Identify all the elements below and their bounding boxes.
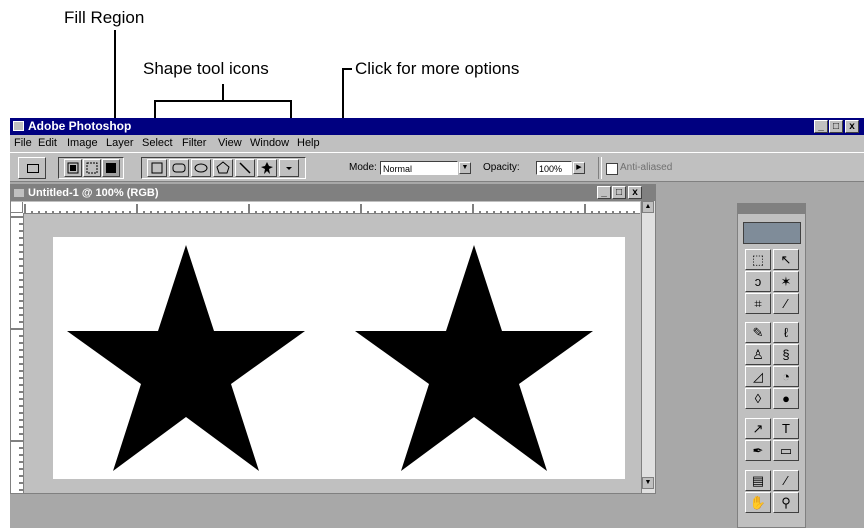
hand-tool[interactable]: ✋ — [745, 492, 771, 513]
options-divider — [598, 157, 602, 179]
menu-file[interactable]: File — [14, 135, 32, 152]
crop-tool[interactable]: ⌗ — [745, 293, 771, 314]
rounded-rectangle-icon — [172, 163, 186, 173]
photoshop-window: Adobe Photoshop _ □ x File Edit Image La… — [10, 118, 864, 528]
fill-pixels-button[interactable] — [102, 159, 120, 177]
rounded-rectangle-tool-button[interactable] — [169, 159, 189, 177]
ellipse-tool-button[interactable] — [191, 159, 211, 177]
shape-layers-button[interactable] — [64, 159, 82, 177]
custom-shape-tool-button[interactable] — [257, 159, 277, 177]
zoom-tool[interactable]: ⚲ — [773, 492, 799, 513]
document-icon — [14, 189, 24, 197]
adobe-logo-icon[interactable] — [743, 222, 801, 244]
vertical-ruler-ticks — [11, 216, 23, 491]
ellipse-icon — [194, 163, 208, 173]
callout-more-options: Click for more options — [355, 59, 520, 78]
close-button[interactable]: x — [845, 120, 859, 133]
menu-help[interactable]: Help — [297, 135, 320, 152]
menu-edit[interactable]: Edit — [38, 135, 57, 152]
menubar: File Edit Image Layer Select Filter View… — [10, 135, 864, 152]
polygon-icon — [216, 161, 230, 174]
blur-tool[interactable]: ◊ — [745, 388, 771, 409]
pen-tool[interactable]: ✒ — [745, 440, 771, 461]
type-tool[interactable]: T — [773, 418, 799, 439]
photoshop-icon — [13, 121, 24, 131]
document-window: Untitled-1 @ 100% (RGB) _ □ x ▲ ▼ — [10, 184, 656, 494]
canvas-shapes — [67, 245, 593, 471]
menu-select[interactable]: Select — [142, 135, 173, 152]
brush-tool[interactable]: ℓ — [773, 322, 799, 343]
rectangle-tool-button[interactable] — [147, 159, 167, 177]
menu-window[interactable]: Window — [250, 135, 289, 152]
doc-minimize-button[interactable]: _ — [597, 186, 611, 199]
menu-image[interactable]: Image — [67, 135, 98, 152]
app-title: Adobe Photoshop — [28, 119, 132, 133]
menu-layer[interactable]: Layer — [106, 135, 134, 152]
horizontal-ruler — [23, 202, 640, 214]
star-shape-right[interactable] — [355, 245, 593, 471]
image-canvas[interactable] — [53, 237, 625, 479]
options-bar: Mode: Normal ▼ Opacity: 100% ▶ Anti-alia… — [10, 152, 864, 182]
minimize-button[interactable]: _ — [814, 120, 828, 133]
mode-select[interactable]: Normal — [380, 161, 458, 175]
eraser-tool[interactable]: ◿ — [745, 366, 771, 387]
opacity-arrow[interactable]: ▶ — [573, 162, 585, 174]
polygon-tool-button[interactable] — [213, 159, 233, 177]
star-shape-left[interactable] — [67, 245, 305, 471]
paint-bucket-tool[interactable]: ◔ — [773, 366, 799, 387]
chevron-down-icon — [286, 167, 292, 170]
maximize-button[interactable]: □ — [829, 120, 843, 133]
paths-button[interactable] — [83, 159, 101, 177]
mode-dropdown-arrow[interactable]: ▼ — [459, 162, 471, 174]
dodge-tool[interactable]: ● — [773, 388, 799, 409]
custom-shape-icon — [261, 162, 273, 174]
eyedropper-tool[interactable]: ⁄ — [773, 470, 799, 491]
toolbox-titlebar[interactable] — [738, 204, 805, 214]
vertical-ruler — [11, 213, 24, 493]
more-options-button[interactable] — [279, 159, 299, 177]
vertical-scrollbar[interactable]: ▲ ▼ — [641, 201, 655, 493]
bracket-shape-mid — [222, 84, 224, 101]
clone-stamp-tool[interactable]: ♙ — [745, 344, 771, 365]
toolbox-palette: ⬚ ↖ ↄ ✶ ⌗ ∕ ✎ ℓ ♙ § ◿ ◔ ◊ ● ↗ T ✒ ▭ ▤ ⁄ … — [737, 203, 806, 528]
app-titlebar: Adobe Photoshop _ □ x — [10, 118, 864, 135]
callout-shape-tool-icons: Shape tool icons — [143, 59, 269, 78]
shape-layers-icon — [67, 162, 79, 174]
scroll-up-arrow[interactable]: ▲ — [642, 201, 654, 213]
document-titlebar: Untitled-1 @ 100% (RGB) _ □ x — [11, 185, 655, 201]
scroll-down-arrow[interactable]: ▼ — [642, 477, 654, 489]
doc-close-button[interactable]: x — [628, 186, 642, 199]
document-title: Untitled-1 @ 100% (RGB) — [28, 187, 159, 199]
antialiased-label: Anti-aliased — [620, 162, 673, 173]
path-selection-tool[interactable]: ↗ — [745, 418, 771, 439]
tool-preset-button[interactable] — [18, 157, 46, 179]
doc-maximize-button[interactable]: □ — [612, 186, 626, 199]
fill-pixels-icon — [106, 163, 116, 173]
tool-preset-icon — [27, 164, 39, 173]
antialiased-checkbox[interactable] — [606, 163, 618, 175]
paths-icon — [86, 162, 98, 174]
magic-wand-tool[interactable]: ✶ — [773, 271, 799, 292]
line-tool-button[interactable] — [235, 159, 255, 177]
callout-fill-region: Fill Region — [64, 8, 145, 27]
marquee-tool[interactable]: ⬚ — [745, 249, 771, 270]
history-brush-tool[interactable]: § — [773, 344, 799, 365]
notes-tool[interactable]: ▤ — [745, 470, 771, 491]
line-icon — [239, 162, 251, 174]
move-tool[interactable]: ↖ — [773, 249, 799, 270]
slice-tool[interactable]: ∕ — [773, 293, 799, 314]
opacity-label: Opacity: — [483, 162, 520, 173]
lasso-tool[interactable]: ↄ — [745, 271, 771, 292]
mode-label: Mode: — [349, 162, 377, 173]
opacity-field[interactable]: 100% — [536, 161, 572, 175]
menu-filter[interactable]: Filter — [182, 135, 206, 152]
menu-view[interactable]: View — [218, 135, 242, 152]
ruler-corner — [11, 202, 23, 213]
shape-tool[interactable]: ▭ — [773, 440, 799, 461]
rectangle-icon — [151, 162, 163, 174]
horizontal-ruler-ticks — [24, 204, 635, 213]
healing-brush-tool[interactable]: ✎ — [745, 322, 771, 343]
